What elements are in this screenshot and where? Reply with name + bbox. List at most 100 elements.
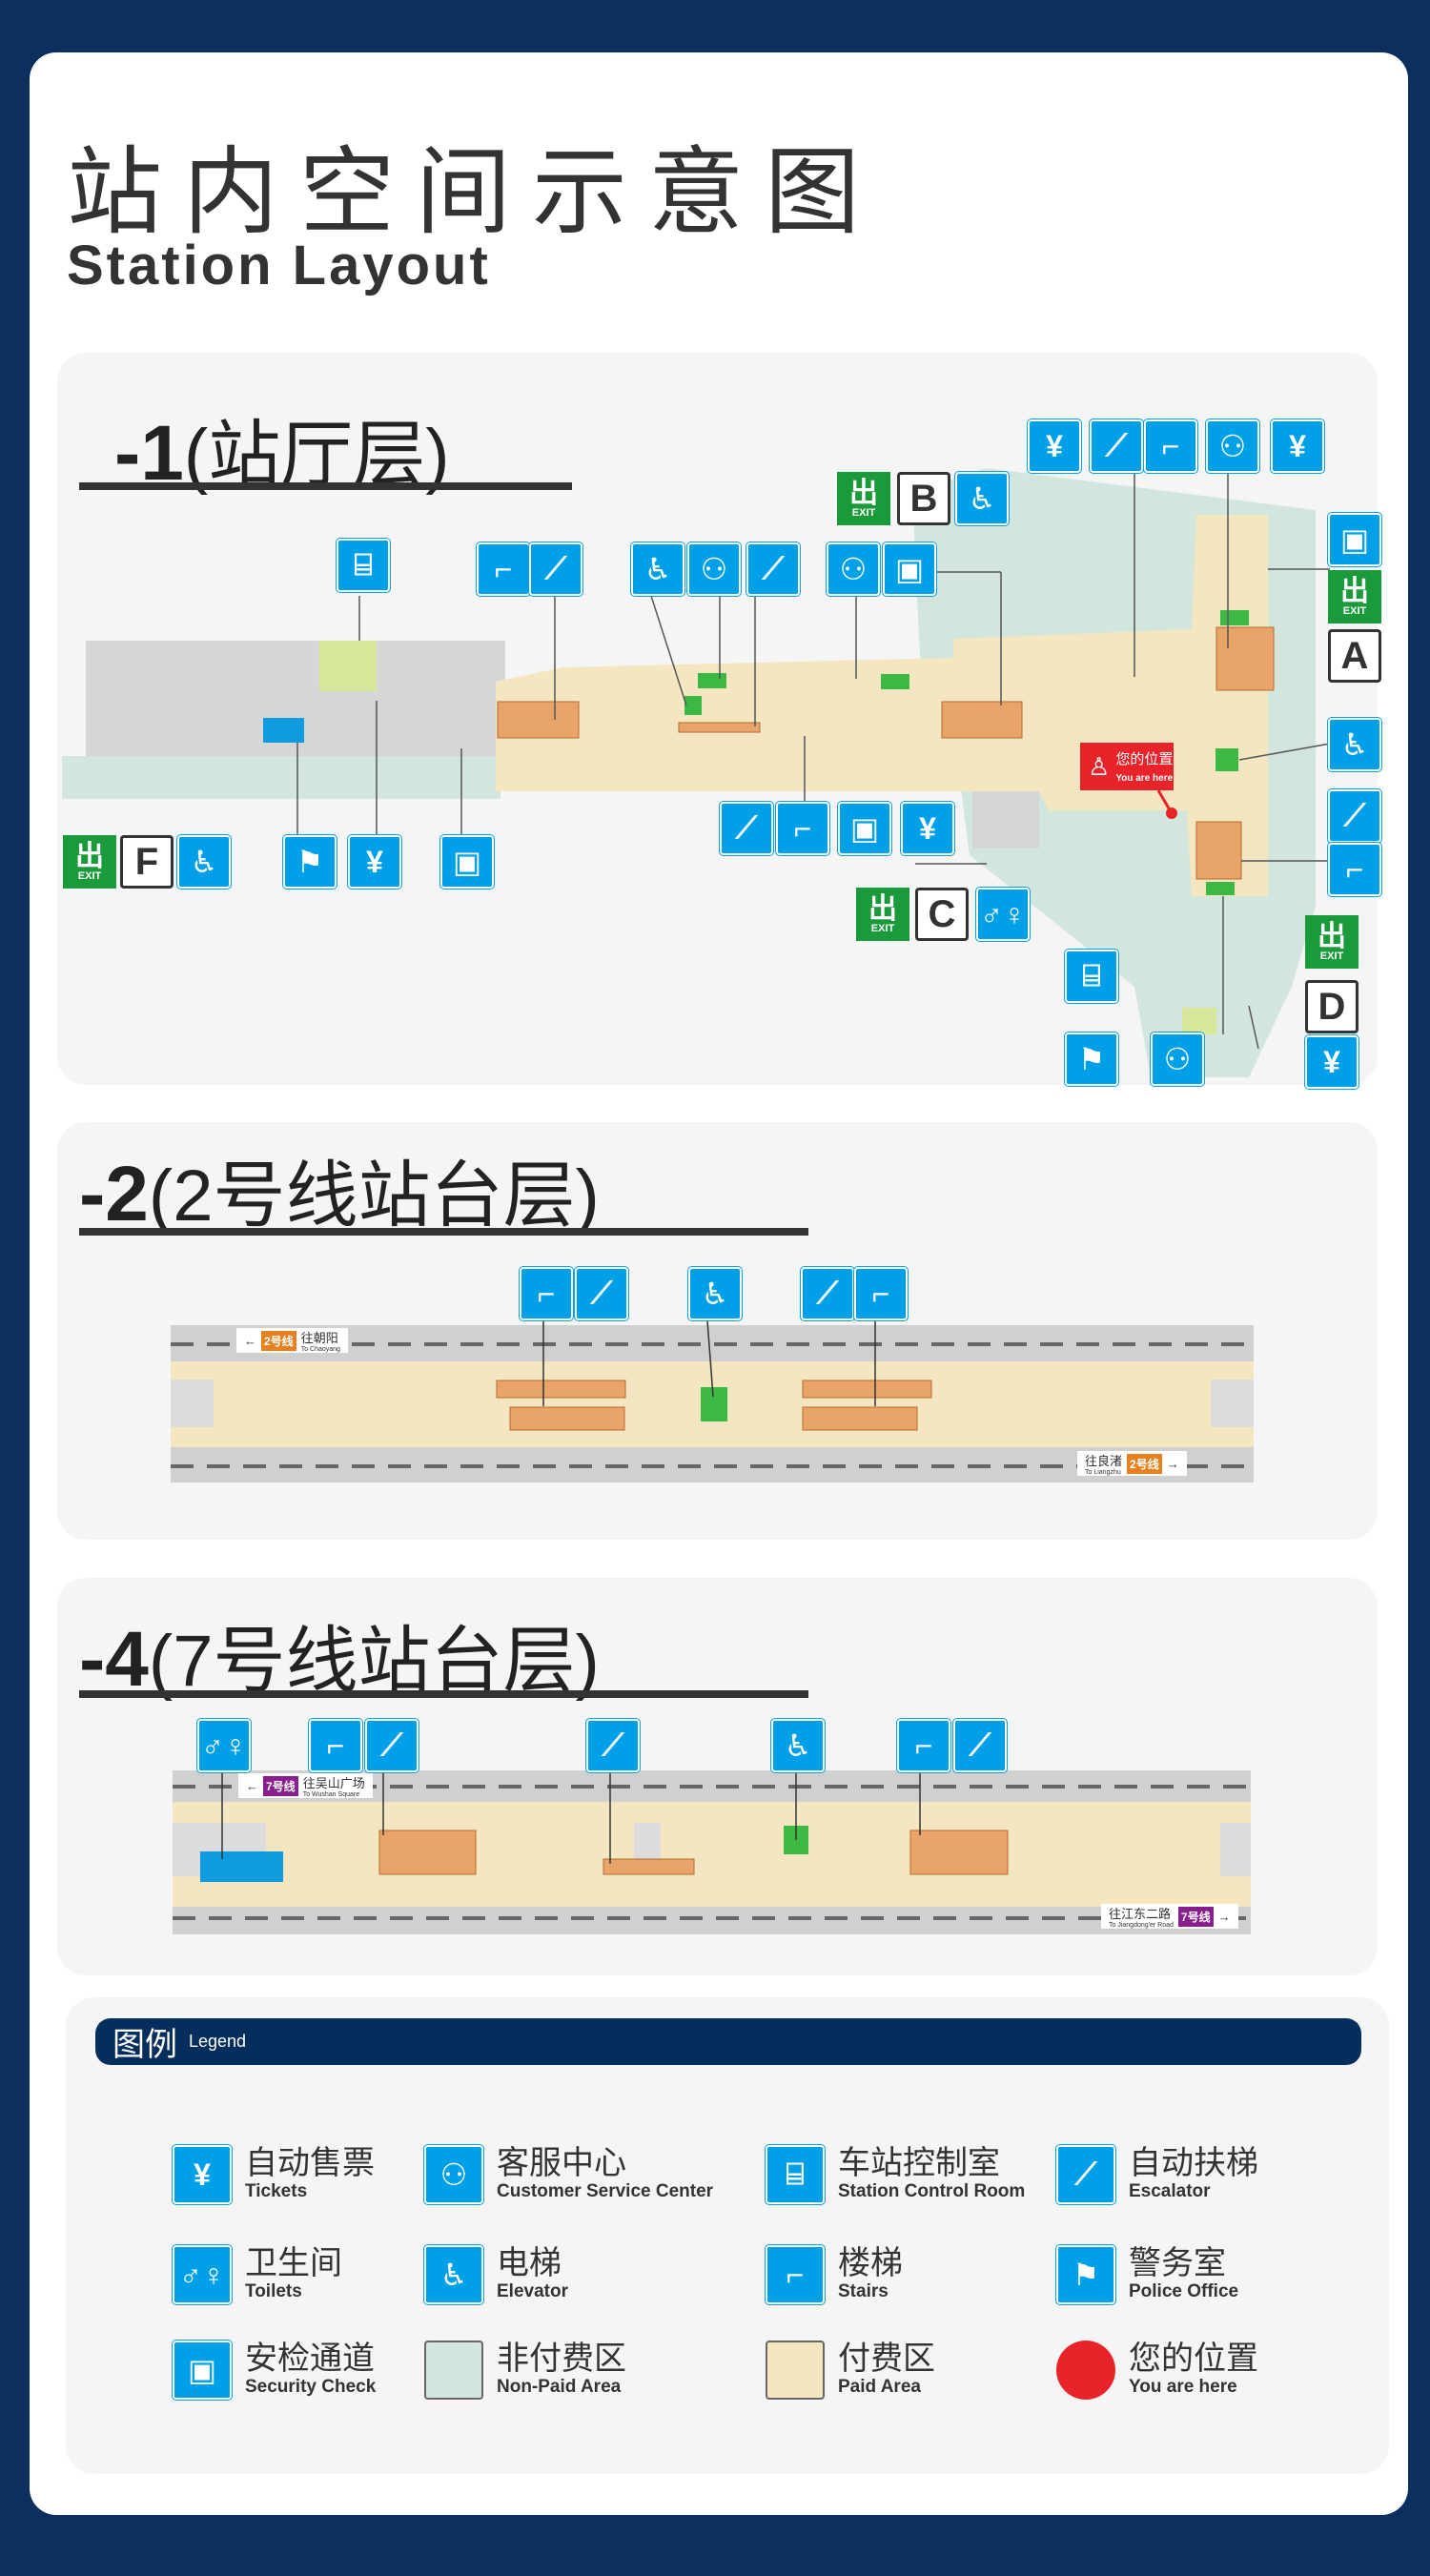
escalator-icon: ⟋ — [1090, 419, 1143, 473]
legend-label-en: Station Control Room — [838, 2181, 1026, 2201]
legend-label-cn: 付费区 — [838, 2341, 935, 2377]
legend-label-en: Stairs — [838, 2281, 889, 2301]
stairs-icon: ⌐ — [1328, 843, 1381, 896]
legend-label-en: Security Check — [245, 2377, 377, 2397]
you-are-here-dot — [1056, 2341, 1115, 2400]
escalator-icon: ⟋ — [575, 1267, 628, 1320]
paid-area-swatch — [766, 2341, 825, 2400]
legend-label-cn: 楼梯 — [838, 2245, 903, 2281]
stairs-icon: ⌐ — [776, 802, 829, 855]
escalator-icon: ⟋ — [801, 1267, 854, 1320]
direction-sign-jiangdonger-road: 往江东二路 To Jiangdong'er Road 7号线 → — [1101, 1904, 1238, 1929]
elevator-icon: ♿ — [771, 1719, 825, 1772]
exit-sign: 出 EXIT — [856, 888, 909, 941]
exit-letter-c: C — [915, 888, 969, 941]
legend-item: 付费区 Paid Area — [766, 2341, 935, 2400]
legend-label-en: Escalator — [1129, 2181, 1211, 2201]
customer-service-icon: ⚇ — [1206, 419, 1259, 473]
police-office-icon: ⚑ — [1056, 2245, 1115, 2304]
stairs-icon: ⌐ — [766, 2245, 825, 2304]
room — [1182, 1008, 1216, 1034]
elevator-icon: ♿ — [688, 1267, 742, 1320]
legend-label-cn: 车站控制室 — [838, 2145, 1000, 2181]
elevator-icon: ♿ — [631, 542, 684, 596]
exit-sign: 出 EXIT — [63, 835, 116, 889]
escalator-icon: ⟋ — [365, 1719, 419, 1772]
legend-label-cn: 自动扶梯 — [1129, 2145, 1258, 2181]
legend-item: ⌐ 楼梯 Stairs — [766, 2245, 903, 2304]
legend-label-cn: 非付费区 — [497, 2341, 626, 2377]
stairs-icon: ⌐ — [520, 1267, 573, 1320]
legend-label-en: Toilets — [245, 2281, 302, 2301]
escalator-icon: ⟋ — [586, 1719, 640, 1772]
security-check-icon: ▣ — [440, 835, 494, 889]
escalator-icon: ⟋ — [953, 1719, 1007, 1772]
elevator-icon: ♿ — [955, 472, 1009, 525]
legend-label-cn: 客服中心 — [497, 2145, 626, 2181]
stairs-icon: ⌐ — [897, 1719, 950, 1772]
legend-label-en: Non-Paid Area — [497, 2377, 622, 2397]
police-room — [263, 718, 304, 743]
station-control-room-icon: ⌸ — [337, 539, 390, 592]
security-check-icon: ▣ — [883, 542, 936, 596]
tickets-icon: ¥ — [173, 2145, 232, 2204]
security-check-icon: ▣ — [1328, 513, 1381, 566]
legend-item: ♿ 电梯 Elevator — [424, 2245, 568, 2304]
toilets-icon: ♂♀ — [173, 2245, 232, 2304]
customer-service-icon: ⚇ — [424, 2145, 483, 2204]
station-control-room-icon: ⌸ — [766, 2145, 825, 2204]
legend-label-cn: 自动售票 — [245, 2145, 375, 2181]
tickets-icon: ¥ — [1305, 1035, 1358, 1089]
escalator-icon: ⟋ — [746, 542, 800, 596]
toilets-icon: ♂♀ — [197, 1719, 251, 1772]
legend-header: 图例 Legend — [95, 2018, 1361, 2065]
legend-item: ⚑ 警务室 Police Office — [1056, 2245, 1238, 2304]
direction-sign-chaoyang: ← 2号线 往朝阳 To Chaoyang — [236, 1328, 348, 1353]
legend-item: 非付费区 Non-Paid Area — [424, 2341, 626, 2400]
legend-label-cn: 卫生间 — [245, 2245, 342, 2281]
customer-service-icon: ⚇ — [687, 542, 741, 596]
escalator-icon: ⟋ — [1328, 789, 1381, 843]
legend-label-en: Tickets — [245, 2181, 308, 2201]
legend-label-en: Customer Service Center — [497, 2181, 714, 2201]
legend-item: ⚇ 客服中心 Customer Service Center — [424, 2145, 713, 2204]
legend-label-cn: 您的位置 — [1129, 2341, 1258, 2377]
legend-label-cn: 电梯 — [497, 2245, 562, 2281]
legend-item: ⟋ 自动扶梯 Escalator — [1056, 2145, 1258, 2204]
elevator-icon: ♿ — [424, 2245, 483, 2304]
exit-sign: 出 EXIT — [837, 472, 890, 525]
stairs-icon: ⌐ — [1144, 419, 1197, 473]
legend-label-cn: 安检通道 — [245, 2341, 375, 2377]
legend-label-en: Paid Area — [838, 2377, 921, 2397]
police-office-icon: ⚑ — [283, 835, 337, 889]
toilet-room — [200, 1851, 283, 1882]
legend-item: ♂♀ 卫生间 Toilets — [173, 2245, 342, 2304]
legend-item: ▣ 安检通道 Security Check — [173, 2341, 376, 2400]
exit-letter-d: D — [1305, 980, 1358, 1033]
stairs-icon: ⌐ — [477, 542, 530, 596]
escalator-icon: ⟋ — [720, 802, 773, 855]
non-paid-area — [62, 756, 500, 799]
tickets-icon: ¥ — [348, 835, 401, 889]
tickets-icon: ¥ — [901, 802, 954, 855]
exit-sign: 出 EXIT — [1328, 570, 1381, 624]
customer-service-icon: ⚇ — [1151, 1032, 1204, 1086]
paid-area — [173, 1802, 1251, 1907]
legend-item: ¥ 自动售票 Tickets — [173, 2145, 375, 2204]
customer-service-icon: ⚇ — [827, 542, 880, 596]
toilets-icon: ♂♀ — [976, 888, 1030, 941]
exit-sign: 出 EXIT — [1305, 915, 1358, 969]
legend-label-en: You are here — [1129, 2377, 1237, 2397]
elevator-icon: ♿ — [1328, 718, 1381, 771]
person-icon: ♙ — [1088, 751, 1111, 781]
station-control-room-icon: ⌸ — [1065, 950, 1118, 1003]
escalator-icon: ⟋ — [1056, 2145, 1115, 2204]
exit-letter-a: A — [1328, 629, 1381, 683]
legend-label-cn: 警务室 — [1129, 2245, 1226, 2281]
exit-letter-b: B — [897, 472, 950, 525]
legend-item: ⌸ 车站控制室 Station Control Room — [766, 2145, 1025, 2204]
exit-letter-f: F — [120, 835, 174, 889]
direction-sign-wushan-square: ← 7号线 往吴山广场 To Wushan Square — [238, 1773, 373, 1798]
legend-label-en: Police Office — [1129, 2281, 1239, 2301]
police-office-icon: ⚑ — [1065, 1032, 1118, 1086]
